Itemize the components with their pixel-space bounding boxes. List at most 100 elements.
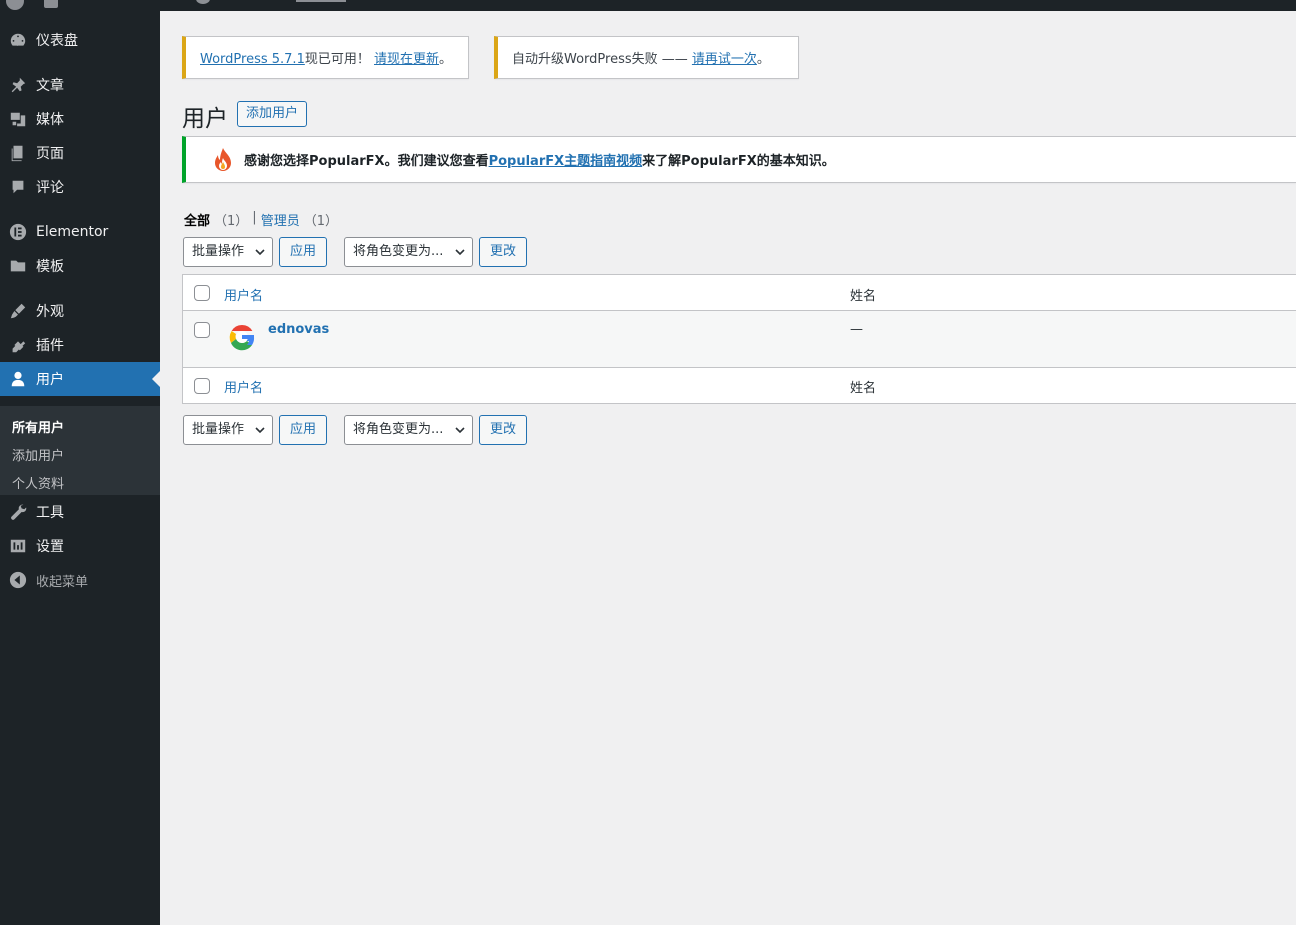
menu-item-users[interactable]: 用户 (0, 362, 160, 396)
page-title: 用户 (182, 106, 228, 132)
collapse-icon (8, 570, 28, 590)
avatar (226, 321, 258, 353)
collapse-menu-button[interactable]: 收起菜单 (0, 563, 160, 597)
bulk-actions-select-bottom[interactable]: 批量操作 (183, 415, 273, 445)
menu-item-appearance[interactable]: 外观 (0, 294, 160, 328)
menu-item-pages[interactable]: 页面 (0, 136, 160, 170)
change-button-top[interactable]: 更改 (479, 237, 527, 267)
table-header: 用户名 姓名 (183, 275, 1296, 311)
submenu-profile[interactable]: 个人资料 (12, 473, 64, 492)
menu-item-plugins[interactable]: 插件 (0, 328, 160, 362)
new-content-icon[interactable] (296, 0, 346, 2)
column-username-header[interactable]: 用户名 (224, 285, 263, 304)
change-role-value: 将角色变更为... (353, 244, 444, 259)
popularfx-guide-link[interactable]: PopularFX主题指南视频 (489, 154, 643, 169)
menu-item-label: 模板 (36, 259, 64, 275)
comment-icon (8, 177, 28, 197)
menu-item-label: 仪表盘 (36, 33, 78, 49)
username-link[interactable]: ednovas (268, 322, 329, 337)
menu-item-posts[interactable]: 文章 (0, 68, 160, 102)
menu-item-label: 收起菜单 (36, 574, 89, 590)
menu-item-elementor[interactable]: Elementor (0, 215, 160, 249)
filter-all[interactable]: 全部 (184, 210, 210, 229)
table-footer: 用户名 姓名 (183, 367, 1296, 403)
change-button-bottom[interactable]: 更改 (479, 415, 527, 445)
popularfx-notice-text: 感谢您选择PopularFX。我们建议您查看 (244, 154, 489, 169)
admin-sidebar: 仪表盘 文章 媒体 页面 评论 Elementor 模板 外观 插件 用户 所有… (0, 11, 160, 925)
chevron-down-icon (255, 427, 265, 434)
autoupdate-failed-notice: 自动升级WordPress失败 —— 请再试一次。 (494, 36, 799, 79)
menu-item-label: 评论 (36, 180, 64, 196)
column-name-header: 姓名 (850, 289, 877, 304)
select-all-checkbox-footer[interactable] (194, 378, 210, 394)
flame-icon (212, 147, 234, 173)
bulk-actions-value: 批量操作 (192, 422, 245, 437)
select-all-checkbox[interactable] (194, 285, 210, 301)
user-icon (8, 369, 28, 389)
submenu-add-user[interactable]: 添加用户 (12, 445, 64, 464)
table-row: ednovas — (183, 311, 1296, 367)
menu-item-media[interactable]: 媒体 (0, 102, 160, 136)
apply-button-bottom[interactable]: 应用 (279, 415, 327, 445)
chevron-down-icon (455, 249, 465, 256)
menu-item-settings[interactable]: 设置 (0, 529, 160, 563)
apply-button-top[interactable]: 应用 (279, 237, 327, 267)
page-icon (8, 143, 28, 163)
menu-item-label: 外观 (36, 304, 64, 320)
submenu-all-users[interactable]: 所有用户 (12, 417, 64, 436)
media-icon (8, 109, 28, 129)
update-notice: WordPress 5.7.1现已可用！ 请现在更新。 (182, 36, 469, 79)
menu-item-label: 设置 (36, 539, 64, 555)
menu-item-label: 工具 (36, 505, 64, 521)
settings-icon (8, 536, 28, 556)
comments-icon[interactable] (196, 0, 210, 4)
menu-item-label: 用户 (36, 372, 64, 388)
home-icon[interactable] (44, 0, 58, 8)
update-notice-end: 。 (439, 52, 453, 67)
menu-item-label: 插件 (36, 338, 64, 354)
menu-item-templates[interactable]: 模板 (0, 249, 160, 283)
dashboard-icon (8, 30, 28, 50)
menu-item-label: 文章 (36, 78, 64, 94)
change-role-select-top[interactable]: 将角色变更为... (344, 237, 473, 267)
chevron-down-icon (255, 249, 265, 256)
change-role-select-bottom[interactable]: 将角色变更为... (344, 415, 473, 445)
popularfx-notice-after: 来了解PopularFX的基本知识。 (642, 154, 835, 169)
autoupdate-notice-text: 自动升级WordPress失败 —— (512, 52, 692, 67)
filter-administrator[interactable]: 管理员 (261, 210, 300, 229)
menu-item-label: 媒体 (36, 112, 64, 128)
wrench-icon (8, 502, 28, 522)
autoupdate-notice-end: 。 (756, 52, 770, 67)
menu-item-tools[interactable]: 工具 (0, 495, 160, 529)
popularfx-notice: 感谢您选择PopularFX。我们建议您查看PopularFX主题指南视频来了解… (182, 136, 1296, 183)
menu-item-label: Elementor (36, 224, 109, 240)
bulk-actions-select-top[interactable]: 批量操作 (183, 237, 273, 267)
wordpress-version-link[interactable]: WordPress 5.7.1 (200, 52, 305, 67)
users-table: 用户名 姓名 ednovas — 用户名 姓名 (182, 274, 1296, 404)
brush-icon (8, 301, 28, 321)
elementor-icon (8, 222, 28, 242)
role-filter-links: 全部 （1） | 管理员 （1） (184, 210, 338, 229)
bulk-actions-value: 批量操作 (192, 244, 245, 259)
retry-link[interactable]: 请再试一次 (692, 52, 757, 67)
menu-item-comments[interactable]: 评论 (0, 170, 160, 204)
users-submenu: 所有用户 添加用户 个人资料 (0, 406, 160, 495)
wordpress-logo-icon[interactable] (6, 0, 24, 10)
filter-admin-count: （1） (303, 214, 338, 229)
row-checkbox[interactable] (194, 322, 210, 338)
add-user-button[interactable]: 添加用户 (237, 101, 308, 127)
user-name-cell: — (850, 322, 863, 337)
filter-all-count: （1） (214, 214, 249, 229)
column-username-footer[interactable]: 用户名 (224, 377, 263, 396)
update-notice-text: 现已可用！ (304, 52, 370, 67)
menu-item-dashboard[interactable]: 仪表盘 (0, 23, 160, 57)
admin-bar (0, 0, 1296, 11)
column-name-footer: 姓名 (850, 381, 877, 396)
chevron-down-icon (455, 427, 465, 434)
folder-icon (8, 256, 28, 276)
filter-separator: | (252, 210, 257, 225)
update-now-link[interactable]: 请现在更新 (374, 52, 439, 67)
change-role-value: 将角色变更为... (353, 422, 444, 437)
menu-item-label: 页面 (36, 146, 64, 162)
plugin-icon (8, 335, 28, 355)
